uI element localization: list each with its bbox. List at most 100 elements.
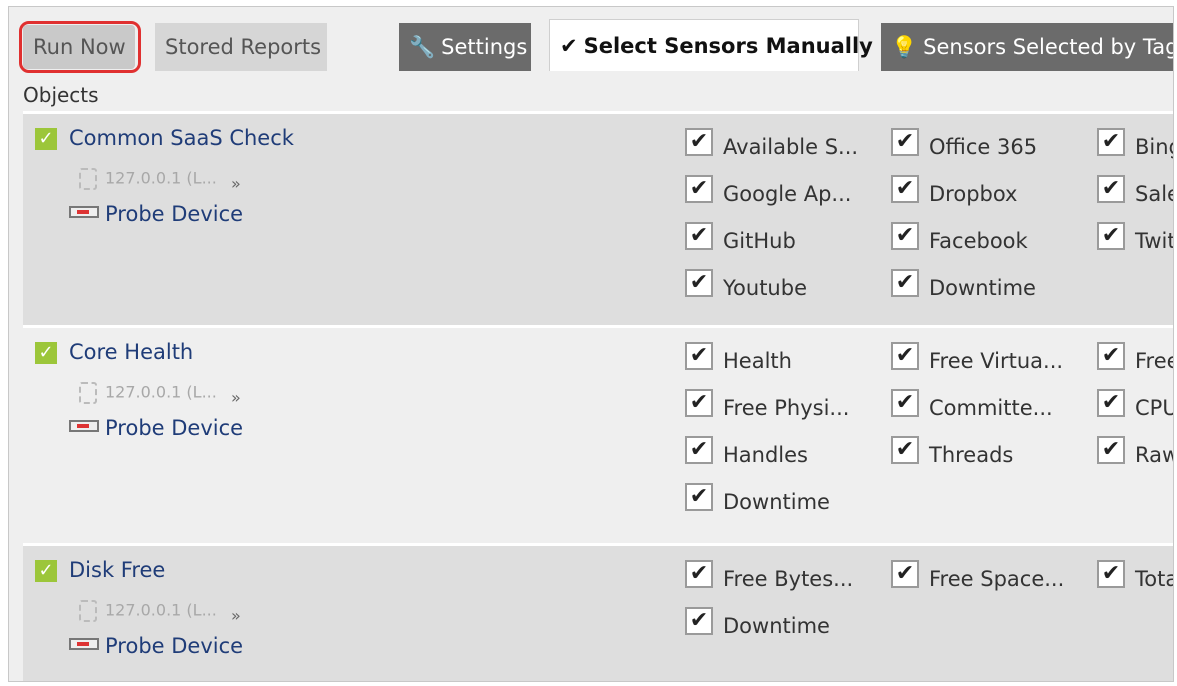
- expand-more-icon[interactable]: »: [231, 388, 241, 407]
- object-checkbox[interactable]: ✓: [35, 342, 57, 364]
- lightbulb-icon: 💡: [891, 35, 918, 59]
- object-name-link[interactable]: Disk Free: [69, 558, 165, 582]
- object-row: ✓ Disk Free 127.0.0.1 (L... » Probe Device ✔ F…: [23, 543, 1174, 681]
- check-icon[interactable]: ✔: [685, 222, 713, 250]
- probe-device-icon: [69, 420, 99, 432]
- sensor-checkbox-item[interactable]: ✔ Free: [1097, 342, 1173, 376]
- sensor-label: Sale: [1135, 182, 1173, 206]
- device-icon: [79, 600, 97, 622]
- sensor-checkbox-item[interactable]: ✔ Downtime: [685, 607, 830, 641]
- sensor-label: Bing: [1135, 135, 1173, 159]
- sensor-checkbox-item[interactable]: ✔ Bing: [1097, 128, 1173, 162]
- check-icon[interactable]: ✔: [685, 436, 713, 464]
- check-icon[interactable]: ✔: [1097, 436, 1125, 464]
- object-name-link[interactable]: Core Health: [69, 340, 193, 364]
- device-address-text: 127.0.0.1 (L...: [105, 168, 217, 188]
- check-icon[interactable]: ✔: [891, 222, 919, 250]
- expand-more-icon[interactable]: »: [231, 174, 241, 193]
- probe-device-icon: [69, 206, 99, 218]
- probe-device-label: Probe Device: [105, 634, 244, 658]
- check-icon[interactable]: ✔: [891, 436, 919, 464]
- sensor-checkbox-item[interactable]: ✔ Free Virtua...: [891, 342, 1063, 376]
- check-icon[interactable]: ✔: [891, 128, 919, 156]
- check-icon[interactable]: ✔: [685, 389, 713, 417]
- check-icon[interactable]: ✔: [685, 269, 713, 297]
- check-icon[interactable]: ✔: [891, 269, 919, 297]
- sensor-checkbox-item[interactable]: ✔ Facebook: [891, 222, 1028, 256]
- check-icon[interactable]: ✔: [685, 483, 713, 511]
- check-icon[interactable]: ✔: [891, 342, 919, 370]
- check-icon[interactable]: ✔: [1097, 128, 1125, 156]
- sensor-checkbox-item[interactable]: ✔ Health: [685, 342, 792, 376]
- tab-select-sensors-manually[interactable]: ✔ Select Sensors Manually: [549, 19, 873, 71]
- tab-sensors-selected-by-tag[interactable]: 💡 Sensors Selected by Tag: [881, 23, 1173, 71]
- device-address: 127.0.0.1 (L...: [79, 382, 217, 404]
- sensor-selection-panel: Run Now Stored Reports 🔧 Settings ✔ Select…: [8, 6, 1174, 682]
- sensor-label: Free Physi...: [723, 396, 850, 420]
- tab-settings[interactable]: 🔧 Settings: [399, 23, 531, 71]
- object-checkbox[interactable]: ✓: [35, 560, 57, 582]
- sensor-label: Raw: [1135, 443, 1173, 467]
- sensor-label: Tota: [1135, 567, 1174, 591]
- sensor-checkbox-item[interactable]: ✔ Twit: [1097, 222, 1173, 256]
- sensor-label: Health: [723, 349, 792, 373]
- device-address: 127.0.0.1 (L...: [79, 168, 217, 190]
- probe-device-link[interactable]: Probe Device: [69, 416, 243, 440]
- expand-more-icon[interactable]: »: [231, 606, 241, 625]
- sensor-checkbox-item[interactable]: ✔ Threads: [891, 436, 1013, 470]
- check-icon[interactable]: ✔: [891, 389, 919, 417]
- probe-device-link[interactable]: Probe Device: [69, 202, 243, 226]
- sensor-checkbox-item[interactable]: ✔ Available S...: [685, 128, 858, 162]
- sensor-checkbox-item[interactable]: ✔ Sale: [1097, 175, 1173, 209]
- sensor-checkbox-item[interactable]: ✔ Google Ap...: [685, 175, 852, 209]
- check-icon[interactable]: ✔: [685, 342, 713, 370]
- sensor-label: Downtime: [723, 490, 830, 514]
- check-icon[interactable]: ✔: [685, 128, 713, 156]
- object-row: ✓ Core Health 127.0.0.1 (L... » Probe Device…: [23, 325, 1173, 543]
- device-address-text: 127.0.0.1 (L...: [105, 382, 217, 402]
- check-icon[interactable]: ✔: [1097, 222, 1125, 250]
- check-icon[interactable]: ✔: [891, 175, 919, 203]
- tab-stored-reports[interactable]: Stored Reports: [155, 23, 327, 71]
- sensor-checkbox-item[interactable]: ✔ Free Physi...: [685, 389, 850, 423]
- probe-device-link[interactable]: Probe Device: [69, 634, 243, 658]
- check-icon[interactable]: ✔: [685, 560, 713, 588]
- sensor-label: Dropbox: [929, 182, 1018, 206]
- sensor-checkbox-item[interactable]: ✔ Committe...: [891, 389, 1053, 423]
- sensor-label: Free: [1135, 349, 1173, 373]
- sensor-checkbox-item[interactable]: ✔ GitHub: [685, 222, 796, 256]
- tab-run-now[interactable]: Run Now: [23, 25, 135, 69]
- object-row: ✓ Common SaaS Check 127.0.0.1 (L... » Probe …: [23, 111, 1173, 325]
- check-icon[interactable]: ✔: [891, 560, 919, 588]
- tab-settings-label: Settings: [441, 35, 528, 59]
- sensor-checkbox-item[interactable]: ✔ Youtube: [685, 269, 807, 303]
- check-icon[interactable]: ✔: [1097, 560, 1125, 588]
- tab-tag-label: Sensors Selected by Tag: [923, 35, 1174, 59]
- object-name-link[interactable]: Common SaaS Check: [69, 126, 294, 150]
- tab-bar: Run Now Stored Reports 🔧 Settings ✔ Select…: [9, 7, 1173, 75]
- sensor-checkbox-item[interactable]: ✔ Free Space...: [891, 560, 1064, 594]
- sensor-checkbox-item[interactable]: ✔ Downtime: [685, 483, 830, 517]
- sensor-checkbox-item[interactable]: ✔ Tota: [1097, 560, 1174, 594]
- check-icon[interactable]: ✔: [1097, 389, 1125, 417]
- check-icon[interactable]: ✔: [685, 607, 713, 635]
- checkmark-icon: ✔: [560, 34, 578, 58]
- sensor-label: Downtime: [929, 276, 1036, 300]
- sensor-checkbox-item[interactable]: ✔ Downtime: [891, 269, 1036, 303]
- check-icon[interactable]: ✔: [1097, 175, 1125, 203]
- device-icon: [79, 168, 97, 190]
- check-icon[interactable]: ✔: [685, 175, 713, 203]
- object-checkbox[interactable]: ✓: [35, 128, 57, 150]
- sensor-label: Free Bytes...: [723, 567, 854, 591]
- sensor-label: Committe...: [929, 396, 1053, 420]
- sensor-checkbox-item[interactable]: ✔ CPU: [1097, 389, 1173, 423]
- sensor-checkbox-item[interactable]: ✔ Dropbox: [891, 175, 1018, 209]
- sensor-label: Google Ap...: [723, 182, 852, 206]
- probe-device-icon: [69, 638, 99, 650]
- sensor-checkbox-item[interactable]: ✔ Handles: [685, 436, 808, 470]
- sensor-checkbox-item[interactable]: ✔ Raw: [1097, 436, 1173, 470]
- check-icon[interactable]: ✔: [1097, 342, 1125, 370]
- sensor-checkbox-item[interactable]: ✔ Office 365: [891, 128, 1037, 162]
- sensor-label: Facebook: [929, 229, 1028, 253]
- sensor-checkbox-item[interactable]: ✔ Free Bytes...: [685, 560, 854, 594]
